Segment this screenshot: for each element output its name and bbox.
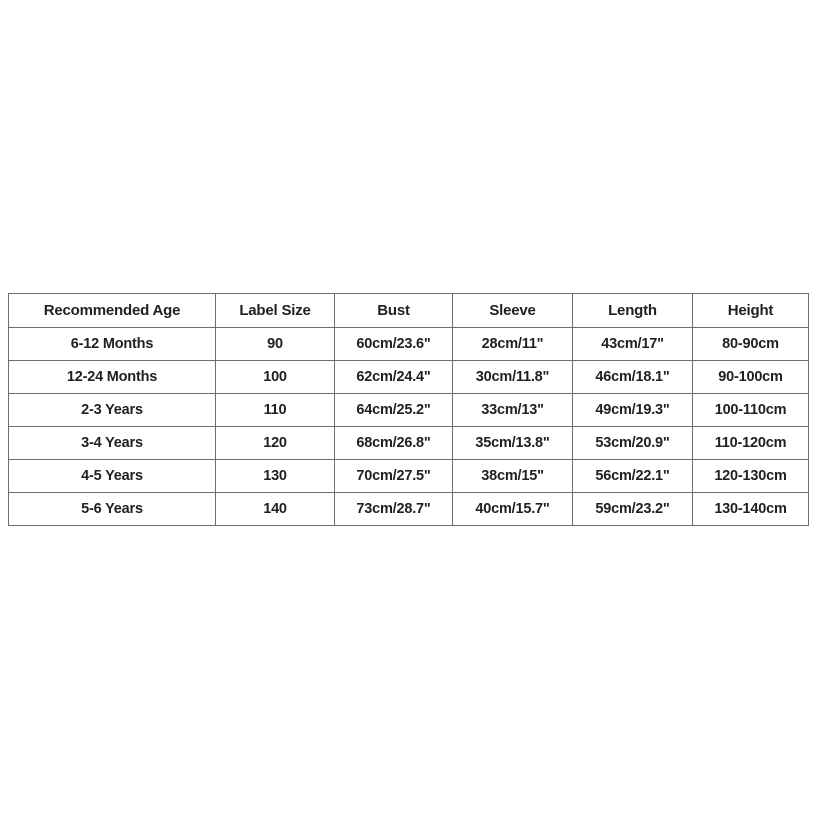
table-row: 2-3 Years 110 64cm/25.2" 33cm/13" 49cm/1…: [8, 393, 809, 427]
cell-recommended-age: 4-5 Years: [8, 459, 216, 493]
table-row: 3-4 Years 120 68cm/26.8" 35cm/13.8" 53cm…: [8, 426, 809, 460]
cell-height: 90-100cm: [692, 360, 809, 394]
size-chart-container: Recommended Age Label Size Bust Sleeve L…: [8, 293, 809, 526]
cell-bust: 73cm/28.7": [334, 492, 453, 526]
cell-height: 120-130cm: [692, 459, 809, 493]
cell-length: 43cm/17": [572, 327, 693, 361]
cell-recommended-age: 3-4 Years: [8, 426, 216, 460]
cell-bust: 70cm/27.5": [334, 459, 453, 493]
column-header-length: Length: [572, 293, 693, 328]
size-chart-header: Recommended Age Label Size Bust Sleeve L…: [8, 293, 809, 328]
cell-sleeve: 40cm/15.7": [452, 492, 573, 526]
cell-sleeve: 33cm/13": [452, 393, 573, 427]
cell-recommended-age: 6-12 Months: [8, 327, 216, 361]
table-row: 4-5 Years 130 70cm/27.5" 38cm/15" 56cm/2…: [8, 459, 809, 493]
cell-height: 130-140cm: [692, 492, 809, 526]
table-row: 12-24 Months 100 62cm/24.4" 30cm/11.8" 4…: [8, 360, 809, 394]
cell-length: 46cm/18.1": [572, 360, 693, 394]
cell-bust: 62cm/24.4": [334, 360, 453, 394]
cell-bust: 68cm/26.8": [334, 426, 453, 460]
size-chart-table: Recommended Age Label Size Bust Sleeve L…: [8, 293, 809, 526]
table-row: 6-12 Months 90 60cm/23.6" 28cm/11" 43cm/…: [8, 327, 809, 361]
size-chart-body: 6-12 Months 90 60cm/23.6" 28cm/11" 43cm/…: [8, 327, 809, 526]
cell-recommended-age: 5-6 Years: [8, 492, 216, 526]
cell-sleeve: 38cm/15": [452, 459, 573, 493]
cell-sleeve: 35cm/13.8": [452, 426, 573, 460]
cell-label-size: 130: [215, 459, 335, 493]
cell-sleeve: 30cm/11.8": [452, 360, 573, 394]
cell-length: 53cm/20.9": [572, 426, 693, 460]
column-header-height: Height: [692, 293, 809, 328]
cell-height: 110-120cm: [692, 426, 809, 460]
column-header-label-size: Label Size: [215, 293, 335, 328]
cell-label-size: 100: [215, 360, 335, 394]
cell-recommended-age: 12-24 Months: [8, 360, 216, 394]
cell-sleeve: 28cm/11": [452, 327, 573, 361]
cell-bust: 64cm/25.2": [334, 393, 453, 427]
cell-label-size: 110: [215, 393, 335, 427]
column-header-bust: Bust: [334, 293, 453, 328]
cell-height: 100-110cm: [692, 393, 809, 427]
column-header-recommended-age: Recommended Age: [8, 293, 216, 328]
cell-label-size: 120: [215, 426, 335, 460]
cell-length: 59cm/23.2": [572, 492, 693, 526]
table-row: 5-6 Years 140 73cm/28.7" 40cm/15.7" 59cm…: [8, 492, 809, 526]
cell-length: 49cm/19.3": [572, 393, 693, 427]
cell-bust: 60cm/23.6": [334, 327, 453, 361]
cell-label-size: 140: [215, 492, 335, 526]
cell-length: 56cm/22.1": [572, 459, 693, 493]
table-header-row: Recommended Age Label Size Bust Sleeve L…: [8, 293, 809, 328]
cell-recommended-age: 2-3 Years: [8, 393, 216, 427]
cell-label-size: 90: [215, 327, 335, 361]
column-header-sleeve: Sleeve: [452, 293, 573, 328]
cell-height: 80-90cm: [692, 327, 809, 361]
